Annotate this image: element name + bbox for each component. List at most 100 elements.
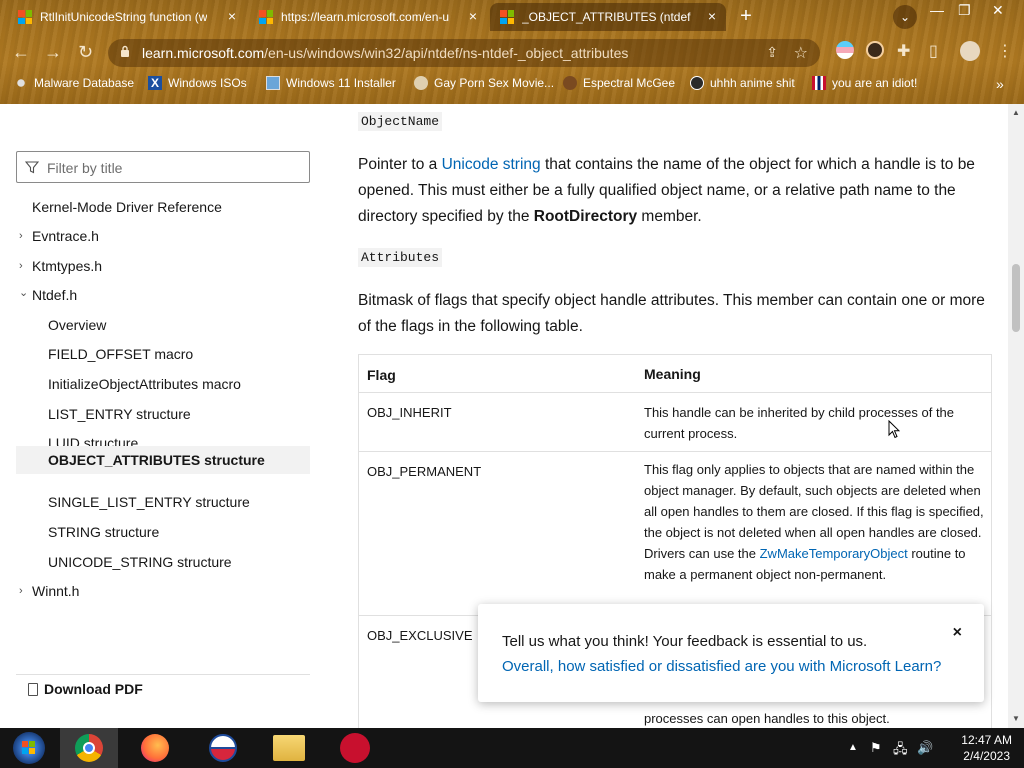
flag-obj-permanent: OBJ_PERMANENT — [367, 464, 482, 479]
toc-item-winnt[interactable]: › Winnt.h — [16, 578, 310, 604]
toc-item-object-attributes[interactable]: OBJECT_ATTRIBUTES structure — [16, 446, 310, 474]
obama-logo-icon — [209, 734, 237, 762]
url-text: learn.microsoft.com/en-us/windows/win32/… — [142, 45, 629, 61]
microsoft-logo-icon — [259, 10, 273, 24]
chevron-right-icon[interactable]: › — [19, 585, 23, 597]
scroll-up-arrow-icon[interactable]: ▲ — [1012, 108, 1020, 117]
pdf-document-icon — [28, 682, 38, 696]
action-center-flag-icon[interactable]: ⚑ — [870, 740, 882, 756]
member-attributes-description: Bitmask of flags that specify object han… — [358, 292, 985, 335]
unicode-string-link[interactable]: Unicode string — [442, 156, 541, 173]
filter-input[interactable] — [47, 158, 297, 178]
toc-item-ntdef[interactable]: ⌄ Ntdef.h — [16, 282, 310, 308]
tab-bar: RtlInitUnicodeString function (w × https… — [0, 0, 1024, 34]
toc-item-unicode-string[interactable]: UNICODE_STRING structure — [16, 549, 310, 575]
toc-item-kernel-mode-driver-reference[interactable]: Kernel-Mode Driver Reference — [16, 194, 310, 220]
filter-box[interactable] — [16, 151, 310, 183]
toc-item-initializeobjectattributes[interactable]: InitializeObjectAttributes macro — [16, 371, 310, 397]
chevron-down-icon[interactable]: ⌄ — [19, 286, 28, 299]
scroll-down-arrow-icon[interactable]: ▼ — [1012, 714, 1020, 723]
back-arrow-icon[interactable]: ← — [12, 42, 30, 62]
bookmark-uhhh-anime[interactable]: uhhh anime shit — [690, 76, 795, 90]
meaning-obj-permanent: This flag only applies to objects that a… — [644, 462, 984, 582]
trans-flag-extension-icon[interactable] — [836, 41, 854, 59]
globe-icon — [414, 76, 428, 90]
bookmark-windows-11-installer[interactable]: Windows 11 Installer — [266, 76, 396, 90]
address-bar[interactable]: learn.microsoft.com/en-us/windows/win32/… — [108, 39, 820, 67]
taskbar-file-explorer[interactable] — [260, 728, 318, 768]
rootdirectory-term: RootDirectory — [533, 208, 638, 225]
toc-item-list-entry[interactable]: LIST_ENTRY structure — [16, 401, 310, 427]
bookmark-you-are-an-idiot[interactable]: you are an idiot! — [812, 76, 917, 90]
x-icon: X — [148, 76, 162, 90]
bookmark-malware-database[interactable]: Malware Database — [14, 76, 134, 90]
toc-item-overview[interactable]: Overview — [16, 312, 310, 338]
minimize-icon[interactable]: — — [930, 2, 944, 18]
chevron-right-icon[interactable]: › — [19, 260, 23, 272]
avatar-icon — [563, 76, 577, 90]
vertical-scrollbar[interactable]: ▲ ▼ — [1008, 104, 1024, 728]
flag-obj-inherit: OBJ_INHERIT — [367, 405, 452, 420]
system-clock[interactable]: 12:47 AM 2/4/2023 — [961, 732, 1012, 764]
toc-item-string[interactable]: STRING structure — [16, 519, 310, 545]
meaning-obj-exclusive: processes can open handles to this objec… — [644, 711, 890, 726]
clock-time: 12:47 AM — [961, 733, 1012, 747]
forward-arrow-icon[interactable]: → — [44, 42, 62, 62]
toc-item-single-list-entry[interactable]: SINGLE_LIST_ENTRY structure — [16, 489, 310, 515]
share-icon[interactable]: ⇪ — [766, 44, 778, 61]
close-tab-icon[interactable]: × — [708, 8, 716, 24]
taskbar-red-app[interactable] — [326, 728, 384, 768]
close-window-icon[interactable]: ✕ — [992, 2, 1004, 19]
bookmark-espectral-mcgee[interactable]: Espectral McGee — [563, 76, 675, 90]
browser-chrome: RtlInitUnicodeString function (w × https… — [0, 0, 1024, 104]
toc-item-ktmtypes[interactable]: › Ktmtypes.h — [16, 253, 310, 279]
meaning-obj-inherit: This handle can be inherited by child pr… — [644, 405, 955, 441]
chevron-right-icon[interactable]: › — [19, 230, 23, 242]
mouse-cursor-icon — [888, 420, 900, 439]
avatar-extension-icon[interactable] — [866, 41, 884, 59]
feedback-survey-link[interactable]: Overall, how satisfied or dissatisfied a… — [502, 658, 941, 675]
bookmarks-overflow-chevron-icon[interactable]: » — [996, 76, 1004, 92]
bookmark-gay-porn-sex-movie[interactable]: Gay Porn Sex Movie... — [414, 76, 554, 90]
tab-search-chevron-icon[interactable]: ⌄ — [893, 5, 917, 29]
volume-icon[interactable]: 🔊 — [917, 740, 933, 756]
lock-icon[interactable] — [120, 45, 130, 58]
flag-icon — [812, 76, 826, 90]
table-header-row: Flag Meaning — [359, 355, 991, 393]
toc-item-field-offset[interactable]: FIELD_OFFSET macro — [16, 341, 310, 367]
tab-learn-microsoft[interactable]: https://learn.microsoft.com/en-u × — [249, 3, 487, 31]
zwmaketemporaryobject-link[interactable]: ZwMakeTemporaryObject — [760, 546, 908, 561]
microsoft-logo-icon — [500, 10, 514, 24]
menu-kebab-icon[interactable]: ⋮ — [997, 42, 1013, 62]
restore-icon[interactable]: ❐ — [958, 2, 971, 19]
close-tab-icon[interactable]: × — [228, 8, 236, 24]
close-tab-icon[interactable]: × — [469, 8, 477, 24]
puzzle-extensions-icon[interactable]: ✚ — [897, 42, 910, 62]
tab-title: _OBJECT_ATTRIBUTES (ntdef — [522, 10, 691, 24]
taskbar-obama-logo-app[interactable] — [194, 728, 252, 768]
tab-object-attributes[interactable]: _OBJECT_ATTRIBUTES (ntdef × — [490, 3, 726, 31]
start-button[interactable] — [0, 728, 58, 768]
download-pdf-link[interactable]: Download PDF — [16, 674, 310, 697]
bookmark-windows-isos[interactable]: X Windows ISOs — [148, 76, 247, 90]
bookmarks-bar: Malware Database X Windows ISOs Windows … — [0, 72, 1024, 98]
reload-icon[interactable]: ↻ — [78, 42, 93, 62]
scrollbar-thumb[interactable] — [1012, 264, 1020, 332]
new-tab-button[interactable]: + — [734, 6, 758, 28]
browser-toolbar: ← → ↻ learn.microsoft.com/en-us/windows/… — [0, 34, 1024, 70]
taskbar-firefox[interactable] — [126, 728, 184, 768]
member-objectname-heading: ObjectName — [358, 112, 443, 131]
side-panel-icon[interactable]: ▯ — [929, 42, 938, 62]
folder-icon — [273, 735, 305, 761]
chrome-icon — [75, 734, 103, 762]
bookmark-star-icon[interactable]: ☆ — [794, 43, 808, 63]
profile-icon[interactable] — [960, 41, 980, 61]
bug-icon — [14, 76, 28, 90]
show-hidden-icons-icon[interactable]: ▲ — [848, 742, 858, 753]
close-feedback-icon[interactable]: × — [953, 624, 962, 642]
member-objectname-description: Pointer to a Unicode string that contain… — [358, 156, 975, 225]
network-icon[interactable]: 🖧 — [893, 740, 908, 762]
taskbar-chrome[interactable] — [60, 728, 118, 768]
toc-item-evntrace[interactable]: › Evntrace.h — [16, 223, 310, 249]
tab-rtlinitunicodestring[interactable]: RtlInitUnicodeString function (w × — [8, 3, 246, 31]
